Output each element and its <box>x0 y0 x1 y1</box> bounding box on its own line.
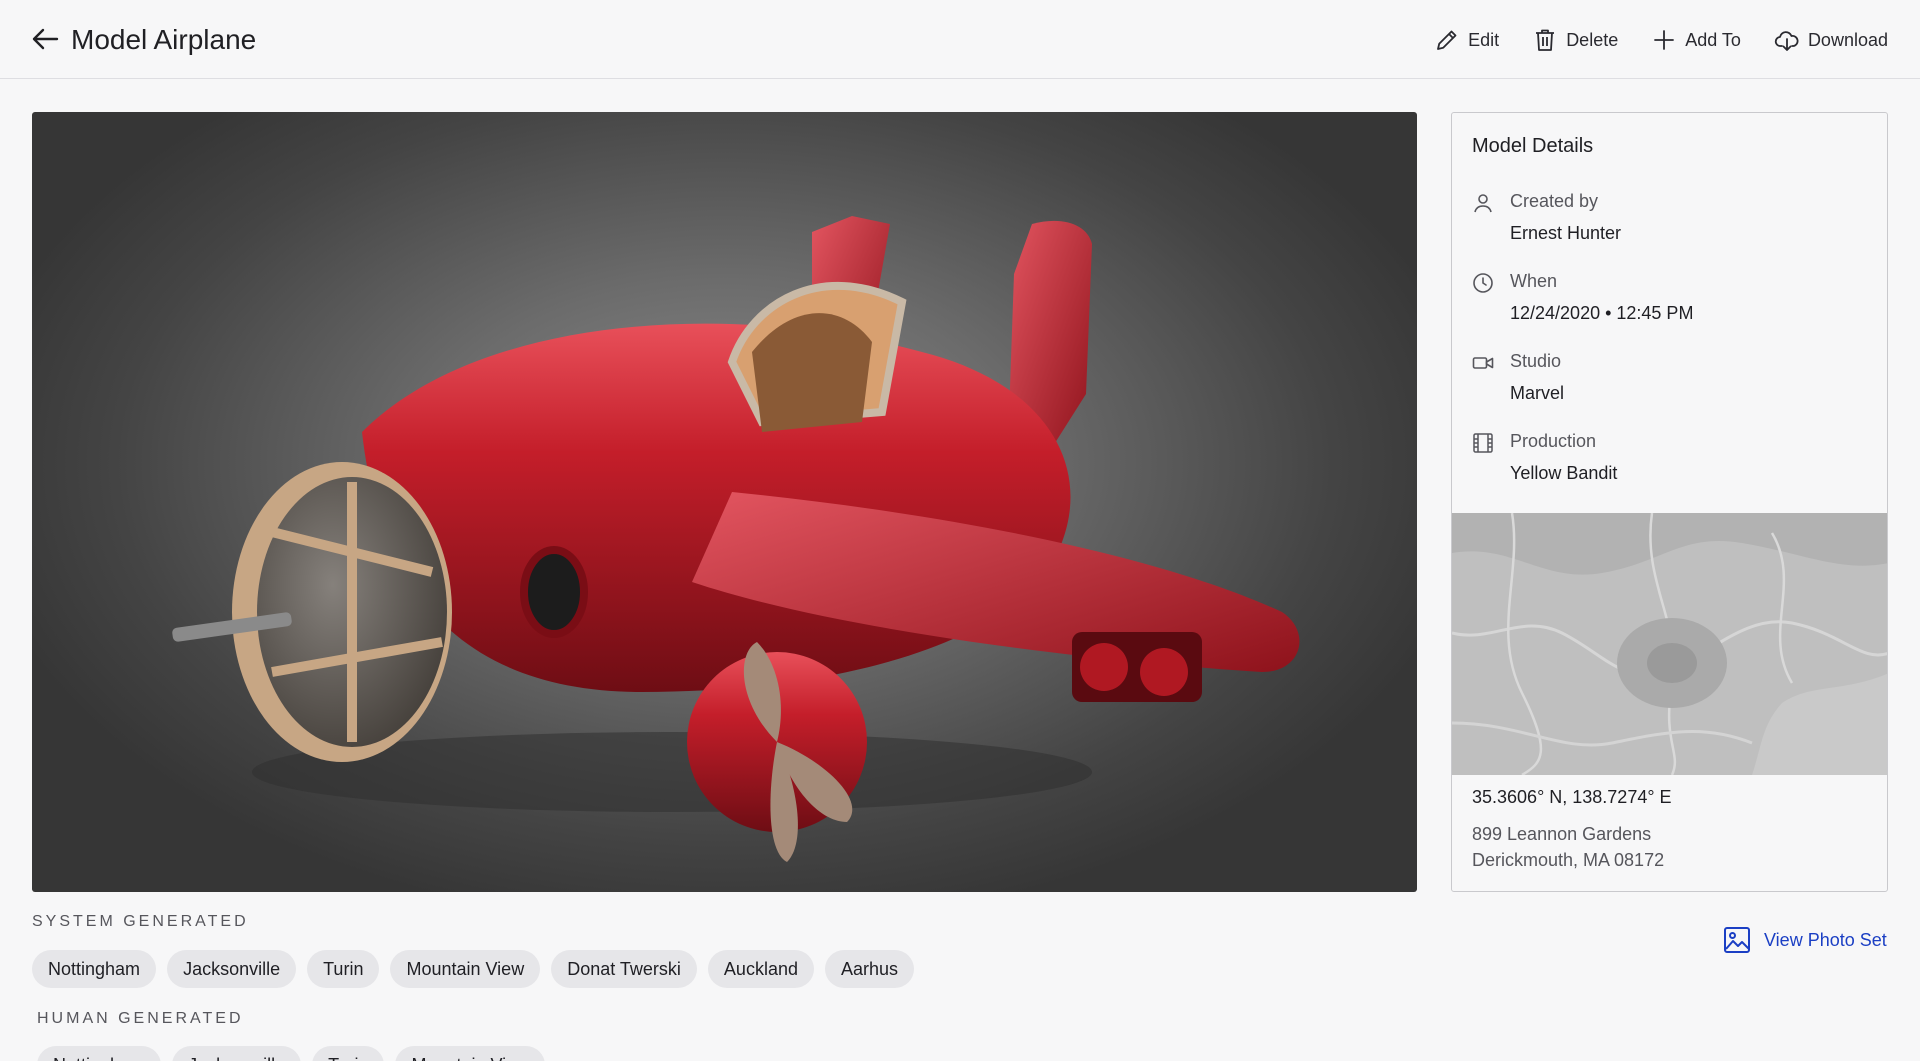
toolbar: Edit Delete Add To Download <box>1434 24 1888 56</box>
view-photo-set-label: View Photo Set <box>1764 929 1887 950</box>
address-line-1: 899 Leannon Gardens <box>1472 824 1652 844</box>
tag-chip[interactable]: Turin <box>307 950 380 988</box>
details-title: Model Details <box>1472 135 1594 157</box>
address: 899 Leannon Gardens Derickmouth, MA 0817… <box>1472 821 1664 873</box>
airplane-render <box>172 216 1300 862</box>
model-details-panel: Model Details Created by Ernest Hunter W… <box>1451 112 1888 892</box>
when-value: 12/24/2020 • 12:45 PM <box>1510 303 1694 323</box>
back-arrow-icon[interactable] <box>30 24 60 54</box>
pencil-icon <box>1437 30 1457 50</box>
system-generated-tags: Nottingham Jacksonville Turin Mountain V… <box>32 950 915 988</box>
download-label: Download <box>1807 29 1888 50</box>
page-title: Model Airplane <box>71 24 257 55</box>
tag-chip[interactable]: Mountain View <box>395 1046 546 1061</box>
production-value: Yellow Bandit <box>1510 463 1618 483</box>
film-icon <box>1473 433 1493 453</box>
studio-label: Studio <box>1510 351 1562 371</box>
tag-chip[interactable]: Jacksonville <box>167 950 297 988</box>
human-generated-tags: Nottingham Jacksonville Turin Mountain V… <box>37 1046 546 1061</box>
address-line-2: Derickmouth, MA 08172 <box>1472 850 1665 870</box>
created-by-value: Ernest Hunter <box>1510 223 1622 243</box>
plus-icon <box>1654 30 1675 50</box>
production-label: Production <box>1510 431 1597 451</box>
tag-chip[interactable]: Donat Twerski <box>551 950 697 988</box>
clock-icon <box>1473 273 1493 293</box>
model-viewer[interactable] <box>32 112 1417 892</box>
tag-chip[interactable]: Jacksonville <box>172 1046 302 1061</box>
studio-value: Marvel <box>1510 383 1565 403</box>
when-label: When <box>1510 271 1558 291</box>
image-icon <box>1724 927 1750 953</box>
add-to-label: Add To <box>1685 29 1741 50</box>
video-camera-icon <box>1472 357 1494 369</box>
tag-chip[interactable]: Auckland <box>707 950 814 988</box>
created-by-label: Created by <box>1510 191 1599 211</box>
system-generated-heading: SYSTEM GENERATED <box>32 913 249 930</box>
view-photo-set-link[interactable]: View Photo Set <box>1722 925 1887 955</box>
location-map[interactable] <box>1452 513 1887 775</box>
add-to-button[interactable]: Add To <box>1651 27 1741 53</box>
edit-label: Edit <box>1468 29 1500 50</box>
edit-button[interactable]: Edit <box>1434 27 1499 53</box>
tag-chip[interactable]: Mountain View <box>390 950 541 988</box>
trash-icon <box>1536 29 1555 51</box>
coordinates: 35.3606° N, 138.7274° E <box>1472 787 1672 807</box>
tag-chip[interactable]: Nottingham <box>32 950 157 988</box>
tag-chip[interactable]: Aarhus <box>824 950 915 988</box>
tag-chip[interactable]: Nottingham <box>37 1046 162 1061</box>
user-icon <box>1474 194 1492 213</box>
human-generated-heading: HUMAN GENERATED <box>37 1010 244 1027</box>
tag-chip[interactable]: Turin <box>312 1046 385 1061</box>
delete-label: Delete <box>1566 29 1619 50</box>
download-button[interactable]: Download <box>1774 27 1888 53</box>
cloud-download-icon <box>1774 31 1799 51</box>
top-bar: Model Airplane Edit Delete Add To Downlo… <box>0 0 1920 79</box>
delete-button[interactable]: Delete <box>1532 27 1618 53</box>
map-image <box>1452 513 1887 775</box>
